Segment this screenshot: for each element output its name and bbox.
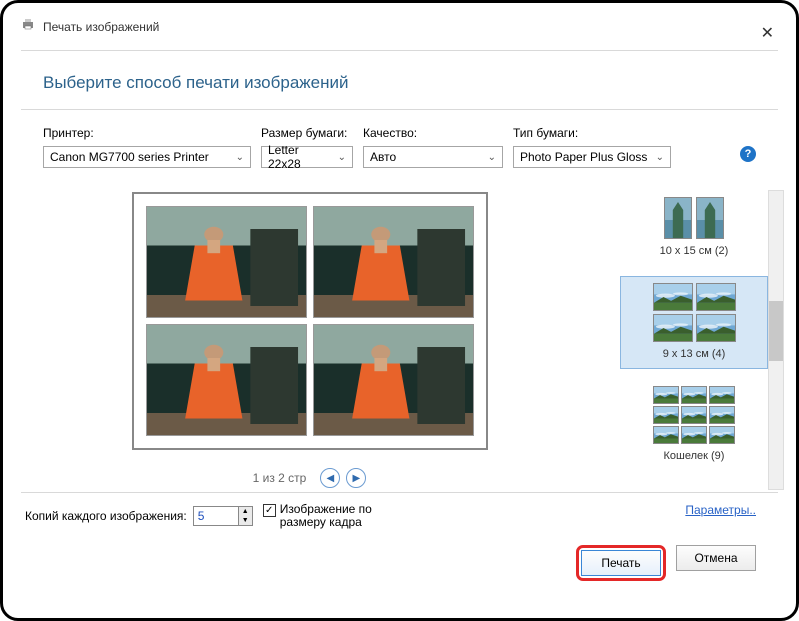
layout-label: Кошелек (9) [625,450,763,462]
preview-photo [313,324,474,436]
preview-photo [146,206,307,318]
paper-size-label: Размер бумаги: [261,126,353,140]
copies-up-button[interactable]: ▲ [238,507,252,516]
printer-label: Принтер: [43,126,251,140]
preview-photo [146,324,307,436]
printer-icon [21,17,35,36]
page-heading: Выберите способ печати изображений [43,73,756,93]
paper-size-dropdown[interactable]: Letter 22x28⌄ [261,146,353,168]
close-button[interactable]: ✕ [761,23,774,43]
copies-down-button[interactable]: ▼ [238,516,252,525]
fit-label: Изображение по размеру кадра [280,503,372,529]
layouts-scrollbar[interactable] [768,190,784,490]
prev-page-button[interactable]: ◀ [320,468,340,488]
chevron-down-icon: ⌄ [338,152,346,163]
quality-label: Качество: [363,126,503,140]
chevron-down-icon: ⌄ [488,152,496,163]
layout-label: 9 x 13 см (4) [625,348,763,360]
fit-checkbox[interactable]: ✓ [263,504,276,517]
options-link[interactable]: Параметры.. [685,503,756,517]
preview-photo [313,206,474,318]
chevron-down-icon: ⌄ [656,152,664,163]
layout-option-wallet[interactable]: Кошелек (9) [620,379,768,471]
paper-type-dropdown[interactable]: Photo Paper Plus Gloss⌄ [513,146,671,168]
chevron-down-icon: ⌄ [236,152,244,163]
quality-dropdown[interactable]: Авто⌄ [363,146,503,168]
window-title: Печать изображений [43,20,159,34]
layout-option-9x13[interactable]: 9 x 13 см (4) [620,276,768,369]
copies-spinner[interactable]: ▲ ▼ [193,506,253,526]
copies-label: Копий каждого изображения: [25,509,187,523]
pager-text: 1 из 2 стр [253,471,307,485]
cancel-button[interactable]: Отмена [676,545,756,571]
layout-label: 10 x 15 см (2) [625,245,763,257]
next-page-button[interactable]: ▶ [346,468,366,488]
print-button[interactable]: Печать [581,550,661,576]
print-button-highlight: Печать [576,545,666,581]
layout-option-10x15[interactable]: 10 x 15 см (2) [620,190,768,266]
copies-input[interactable] [194,507,238,525]
help-icon[interactable]: ? [740,146,756,162]
printer-dropdown[interactable]: Canon MG7700 series Printer⌄ [43,146,251,168]
page-preview [132,192,488,450]
paper-type-label: Тип бумаги: [513,126,671,140]
